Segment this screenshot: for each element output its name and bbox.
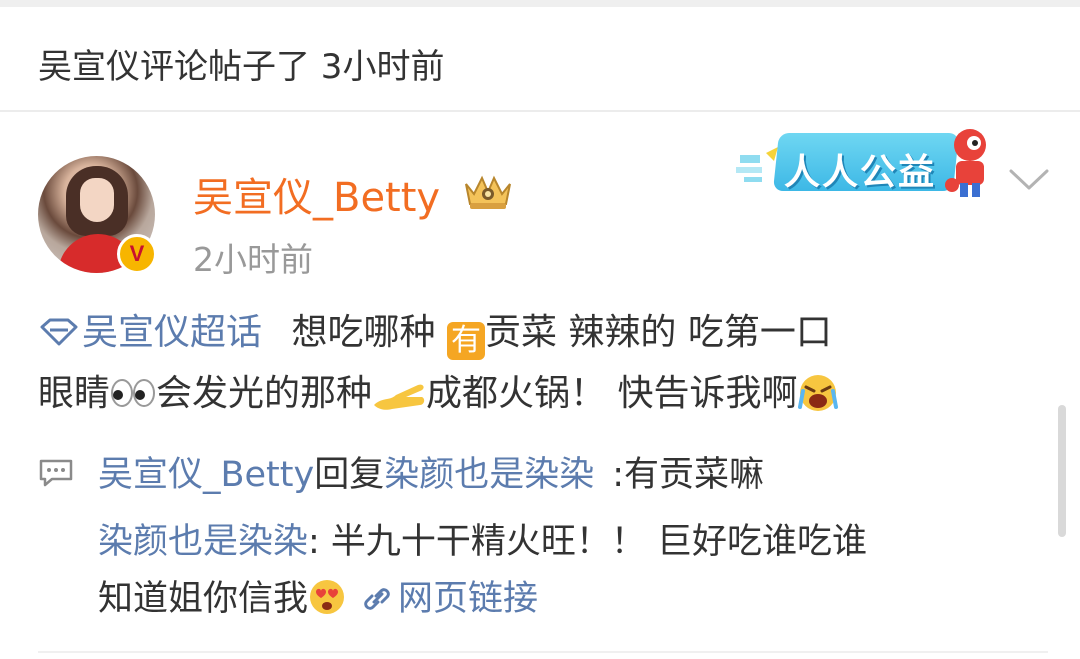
reply-word: 回复 xyxy=(314,455,385,495)
notification-header: 吴宣仪评论帖子了 3小时前 xyxy=(0,7,1080,111)
header-divider xyxy=(0,110,1080,112)
post-text: 贡菜 辣辣的 吃第一口 xyxy=(484,312,832,353)
promo-banner-label: 人人公益 xyxy=(784,152,937,193)
reply-author-link[interactable]: 吴宣仪_Betty xyxy=(98,455,314,495)
hand-emoji-icon xyxy=(374,384,425,410)
quote-text: : 半九十干精火旺！！ 巨好吃谁吃谁 xyxy=(308,522,868,562)
chevron-down-icon[interactable] xyxy=(1008,168,1050,192)
post-text: 眼睛 xyxy=(38,373,111,414)
post-content: 吴宣仪超话 想吃哪种 有贡菜 辣辣的 吃第一口 眼睛 会发光的那种 成都火锅！ 快告… xyxy=(38,302,1038,424)
scrollbar[interactable] xyxy=(1058,405,1066,537)
comment-bubble-icon xyxy=(39,459,73,487)
heart-eyes-emoji-icon xyxy=(310,580,345,614)
web-link[interactable]: 网页链接 xyxy=(346,579,538,619)
topic-name: 吴宣仪超话 xyxy=(82,312,263,353)
link-icon xyxy=(364,588,390,610)
eyes-emoji-icon xyxy=(111,379,156,407)
top-strip xyxy=(0,0,1080,7)
diamond-topic-icon xyxy=(40,318,78,346)
reply-text: :有贡菜嘛 xyxy=(612,455,765,495)
promo-banner[interactable]: 人人公益 xyxy=(736,121,998,203)
mascot-icon xyxy=(945,129,986,197)
reply-comment[interactable]: 吴宣仪_Betty回复染颜也是染染 :有贡菜嘛 xyxy=(98,446,764,497)
crying-emoji-icon xyxy=(798,375,839,411)
avatar[interactable]: V xyxy=(38,156,157,274)
crown-member-icon[interactable] xyxy=(460,170,516,212)
bottom-divider xyxy=(38,651,1048,653)
quote-text: 知道姐你信我 xyxy=(98,579,309,619)
quoted-comment[interactable]: 染颜也是染染: 半九十干精火旺！！ 巨好吃谁吃谁 知道姐你信我 网页链接 xyxy=(98,514,1038,628)
post-username[interactable]: 吴宣仪_Betty xyxy=(193,165,440,223)
post-line-2: 眼睛 会发光的那种 成都火锅！ 快告诉我啊 xyxy=(38,363,1038,424)
quote-author-link[interactable]: 染颜也是染染 xyxy=(98,522,308,562)
you-emoji-icon: 有 xyxy=(446,322,485,360)
topic-link[interactable]: 吴宣仪超话 xyxy=(38,312,262,353)
notification-title: 吴宣仪评论帖子了 3小时前 xyxy=(38,47,445,87)
reply-target-link[interactable]: 染颜也是染染 xyxy=(384,455,594,495)
post-line-1: 吴宣仪超话 想吃哪种 有贡菜 辣辣的 吃第一口 xyxy=(38,302,1038,363)
post-text: 成都火锅！ 快告诉我啊 xyxy=(426,373,798,414)
post-text: 会发光的那种 xyxy=(156,373,373,414)
web-link-label: 网页链接 xyxy=(398,579,539,619)
post-text: 想吃哪种 xyxy=(291,312,436,353)
post-timestamp: 2小时前 xyxy=(193,240,313,279)
verified-badge: V xyxy=(117,234,157,274)
